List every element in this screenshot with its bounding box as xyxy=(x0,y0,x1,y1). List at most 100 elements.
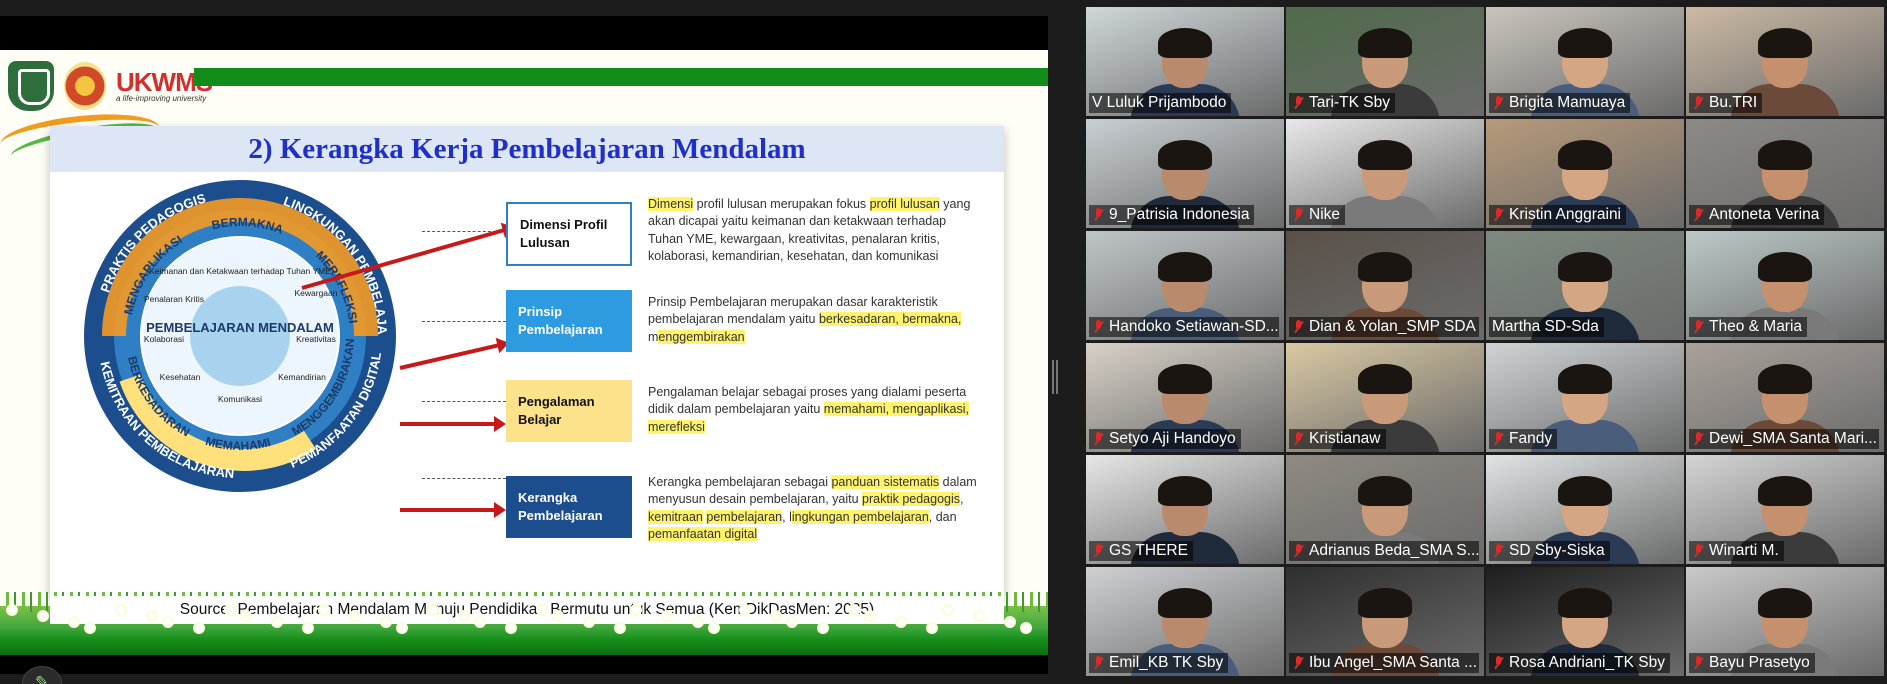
flower-decoration xyxy=(39,612,47,620)
flower-decoration xyxy=(398,624,406,632)
participant-tile[interactable]: Brigita Mamuaya xyxy=(1486,7,1684,116)
participant-name-tag: Brigita Mamuaya xyxy=(1489,93,1631,113)
annotate-button[interactable]: ✎ xyxy=(22,666,62,684)
participant-name-tag: Kristianaw xyxy=(1289,429,1386,449)
participant-tile[interactable]: Handoko Setiawan-SD... xyxy=(1086,231,1284,340)
presentation-slide: UKWMS a life-improving university 2) Ker… xyxy=(0,50,1048,655)
participant-name-tag: Theo & Maria xyxy=(1689,317,1808,337)
participant-tile[interactable]: SD Sby-Siska xyxy=(1486,455,1684,564)
participant-name: Theo & Maria xyxy=(1709,318,1803,335)
participant-tile[interactable]: Bu.TRI xyxy=(1686,7,1884,116)
participant-tile[interactable]: Winarti M. xyxy=(1686,455,1884,564)
highlighted-text: pemanfaatan digital xyxy=(648,526,758,541)
participant-name: Kristin Anggraini xyxy=(1509,206,1622,223)
mic-muted-icon xyxy=(1292,655,1305,671)
flower-decoration xyxy=(944,606,952,614)
participant-video xyxy=(1330,138,1440,228)
flower-decoration xyxy=(928,624,936,632)
participant-tile[interactable]: Kristin Anggraini xyxy=(1486,119,1684,228)
participant-tile[interactable]: 9_Patrisia Indonesia xyxy=(1086,119,1284,228)
flower-decoration xyxy=(320,606,328,614)
participant-name: Dian & Yolan_SMP SDA xyxy=(1309,318,1476,335)
participant-name-tag: Fandy xyxy=(1489,429,1558,449)
mic-muted-icon xyxy=(1692,431,1705,447)
participant-name: Rosa Andriani_TK Sby xyxy=(1509,654,1665,671)
participant-tile[interactable]: Adrianus Beda_SMA S... xyxy=(1286,455,1484,564)
desc-text: m xyxy=(648,329,659,344)
desc-kerangka-pembelajaran: Kerangka pembelajaran sebagai panduan si… xyxy=(648,474,984,543)
participant-tile[interactable]: Dewi_SMA Santa Mari... xyxy=(1686,343,1884,452)
flower-decoration xyxy=(273,618,281,626)
participant-tile[interactable]: GS THERE xyxy=(1086,455,1284,564)
desc-text: , l xyxy=(782,509,792,524)
participant-name-tag: Kristin Anggraini xyxy=(1489,205,1627,225)
flower-decoration xyxy=(242,612,250,620)
flower-decoration xyxy=(819,624,827,632)
participant-name: Emil_KB TK Sby xyxy=(1109,654,1224,671)
participant-tile[interactable]: Fandy xyxy=(1486,343,1684,452)
flower-decoration xyxy=(788,618,796,626)
flower-decoration xyxy=(507,624,515,632)
diagram-center-label: PEMBELAJARAN MENDALAM xyxy=(146,320,334,335)
participant-tile[interactable]: Rosa Andriani_TK Sby xyxy=(1486,567,1684,676)
dimension-kreativitas: Kreativitas xyxy=(296,334,336,344)
box-dimensi-profil: Dimensi Profil Lulusan xyxy=(506,202,632,266)
box-prinsip-pembelajaran: Prinsip Pembelajaran xyxy=(506,290,632,352)
highlighted-text: enggembirakan xyxy=(658,329,745,344)
flower-decoration xyxy=(866,612,874,620)
box-pengalaman-belajar: Pengalaman Belajar xyxy=(506,380,632,442)
participant-name: Ibu Angel_SMA Santa ... xyxy=(1309,654,1478,671)
pencil-icon: ✎ xyxy=(34,673,50,684)
participant-tile[interactable]: Setyo Aji Handoyo xyxy=(1086,343,1284,452)
participant-tile[interactable]: Nike xyxy=(1286,119,1484,228)
flower-decoration xyxy=(975,612,983,620)
participant-tile[interactable]: Dian & Yolan_SMP SDA xyxy=(1286,231,1484,340)
slide-title-bar: 2) Kerangka Kerja Pembelajaran Mendalam xyxy=(50,126,1004,172)
participant-name: Adrianus Beda_SMA S... xyxy=(1309,542,1479,559)
desc-prinsip-pembelajaran: Prinsip Pembelajaran merupakan dasar kar… xyxy=(648,294,984,346)
participant-tile[interactable]: Emil_KB TK Sby xyxy=(1086,567,1284,676)
mic-muted-icon xyxy=(1292,543,1305,559)
brand-tagline: a life-improving university xyxy=(116,94,207,103)
participant-name-tag: Martha SD-Sda xyxy=(1489,317,1604,337)
participant-name: SD Sby-Siska xyxy=(1509,542,1605,559)
participant-name-tag: Ibu Angel_SMA Santa ... xyxy=(1289,653,1479,673)
participant-tile[interactable]: Ibu Angel_SMA Santa ... xyxy=(1286,567,1484,676)
participant-name: 9_Patrisia Indonesia xyxy=(1109,206,1250,223)
connector-line-2 xyxy=(422,321,506,322)
arrow-2 xyxy=(399,342,504,370)
participant-tile[interactable]: Martha SD-Sda xyxy=(1486,231,1684,340)
flower-decoration xyxy=(694,618,702,626)
flower-decoration xyxy=(710,624,718,632)
mic-muted-icon xyxy=(1092,655,1105,671)
participant-tile[interactable]: Kristianaw xyxy=(1286,343,1484,452)
participant-name-tag: Antoneta Verina xyxy=(1689,205,1825,225)
flower-decoration xyxy=(741,606,749,614)
desc-text: , xyxy=(960,492,964,507)
pane-splitter[interactable] xyxy=(1052,360,1058,394)
participant-tile[interactable]: Bayu Prasetyo xyxy=(1686,567,1884,676)
participant-tile[interactable]: V Luluk Prijambodo xyxy=(1086,7,1284,116)
mic-muted-icon xyxy=(1692,543,1705,559)
flower-decoration xyxy=(476,618,484,626)
desc-text: , dan xyxy=(928,509,957,524)
participant-name: V Luluk Prijambodo xyxy=(1092,94,1227,111)
participant-name: Kristianaw xyxy=(1309,430,1381,447)
desc-pengalaman-belajar: Pengalaman belajar sebagai proses yang d… xyxy=(648,384,984,436)
participant-name-tag: Handoko Setiawan-SD... xyxy=(1089,317,1279,337)
participant-tile[interactable]: Theo & Maria xyxy=(1686,231,1884,340)
mic-muted-icon xyxy=(1092,543,1105,559)
mic-muted-icon xyxy=(1492,431,1505,447)
mic-muted-icon xyxy=(1692,319,1705,335)
participant-name-tag: Bayu Prasetyo xyxy=(1689,653,1815,673)
highlighted-text: praktik pedagogis xyxy=(862,492,961,507)
participant-name: Winarti M. xyxy=(1709,542,1779,559)
flower-decoration xyxy=(772,612,780,620)
participant-tile[interactable]: Antoneta Verina xyxy=(1686,119,1884,228)
participant-name: Brigita Mamuaya xyxy=(1509,94,1626,111)
flower-decoration xyxy=(538,606,546,614)
connector-line-3 xyxy=(422,401,506,402)
participant-tile[interactable]: Tari-TK Sby xyxy=(1286,7,1484,116)
participant-name-tag: Nike xyxy=(1289,205,1346,225)
mic-muted-icon xyxy=(1492,95,1505,111)
